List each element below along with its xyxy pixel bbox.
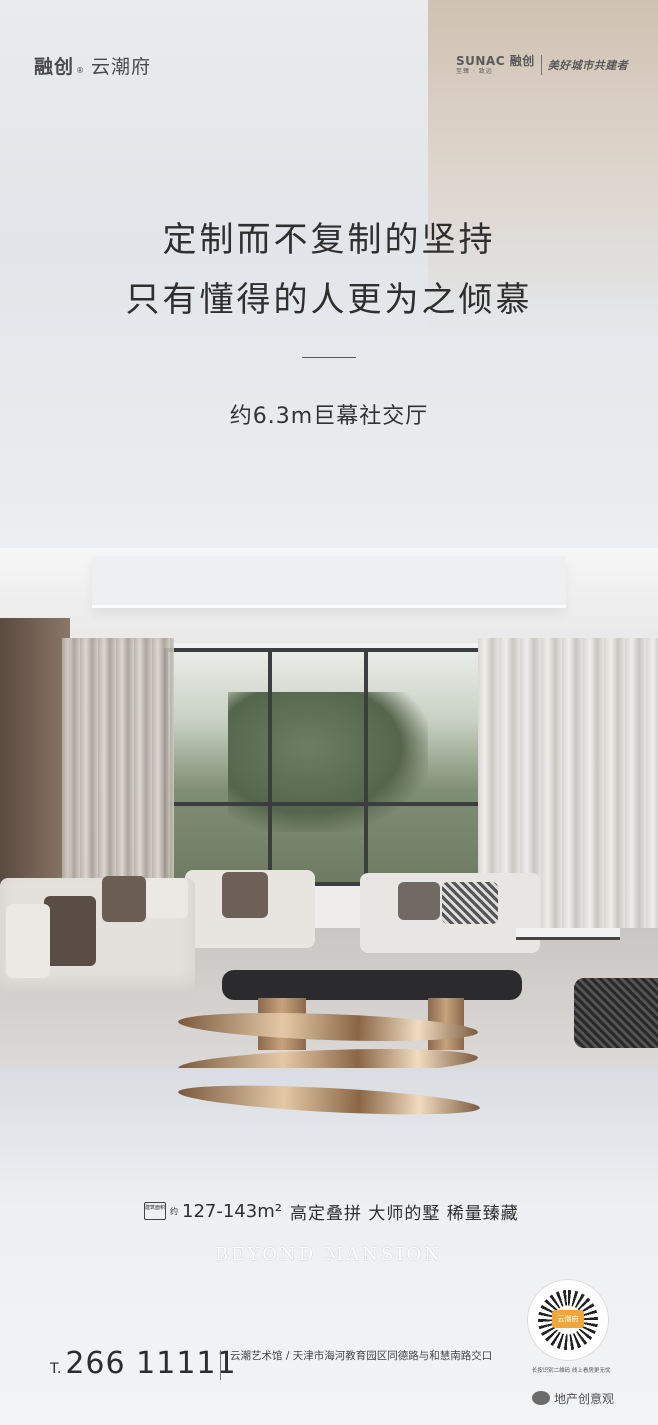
window-mullion <box>364 652 368 882</box>
window-mullion <box>268 652 272 882</box>
area-tag: 建筑面积 <box>144 1202 166 1220</box>
window-transom <box>168 802 480 806</box>
area-tagline: 高定叠拼 大师的墅 稀量臻藏 <box>289 1203 519 1224</box>
headline-divider <box>302 357 356 358</box>
area-prefix: 约 <box>170 1206 178 1216</box>
phone-prefix: T. <box>50 1361 62 1377</box>
tree-view <box>228 692 428 832</box>
area-line: 建筑面积 约 127-143m² 高定叠拼 大师的墅 稀量臻藏 <box>144 1198 544 1224</box>
pillow <box>442 882 498 924</box>
qr-label-text: 云潮府 <box>557 1315 579 1323</box>
address: 云潮艺术馆 / 天津市海河教育园区同德路与和慧南路交口 <box>230 1350 493 1362</box>
watermark-text: 地产创意观 <box>554 1391 615 1406</box>
gold-wave-ribbon-bottom <box>177 1080 481 1120</box>
headline-line-1: 定制而不复制的坚持 <box>162 220 496 260</box>
registered-mark: ® <box>76 66 86 75</box>
headline-line-2: 只有懂得的人更为之倾慕 <box>125 280 533 320</box>
brand-logo-text: 融创 <box>34 56 75 78</box>
watermark: 地产创意观 <box>532 1388 614 1408</box>
logo-divider <box>540 55 542 75</box>
subhead: 约6.3m巨幕社交厅 <box>229 404 429 429</box>
qr-caption: 长按识别二维码 线上看房更无忧 <box>531 1368 611 1374</box>
wechat-icon <box>532 1391 550 1405</box>
sunac-logo-sub: 至臻 · 致远 <box>456 68 493 75</box>
ceiling-tray <box>92 556 566 608</box>
living-room-photo <box>0 548 658 1068</box>
sunac-logo: SUNAC 融创 至臻 · 致远 <box>456 55 535 75</box>
pillow <box>222 872 268 918</box>
pillow <box>398 882 440 920</box>
qr-code[interactable]: 云潮府 <box>528 1280 608 1360</box>
phone-number: T. 266 11111 <box>50 1346 237 1384</box>
project-name: 云潮府 <box>91 56 152 78</box>
pillow <box>44 896 96 966</box>
pillow <box>102 876 146 922</box>
english-tagline: BEYOND MANSION <box>214 1244 444 1265</box>
developer-logo: SUNAC 融创 至臻 · 致远 美好城市共建者 <box>456 52 652 78</box>
coffee-table <box>222 970 522 1000</box>
pillow <box>146 878 188 918</box>
side-table <box>516 928 620 940</box>
brand-slogan: 美好城市共建者 <box>547 59 629 72</box>
large-window <box>164 648 484 886</box>
left-wall-panel <box>0 618 70 918</box>
contact-divider <box>220 1350 221 1380</box>
sunac-logo-text: SUNAC 融创 <box>456 54 535 68</box>
pillow <box>6 904 50 978</box>
ceiling <box>0 548 658 643</box>
phone-digits: 266 11111 <box>65 1346 237 1381</box>
area-range: 127-143m² <box>182 1200 282 1222</box>
qr-label: 云潮府 <box>552 1310 584 1328</box>
armchair <box>574 978 658 1048</box>
project-logo: 融创 ® 云潮府 <box>34 52 151 78</box>
